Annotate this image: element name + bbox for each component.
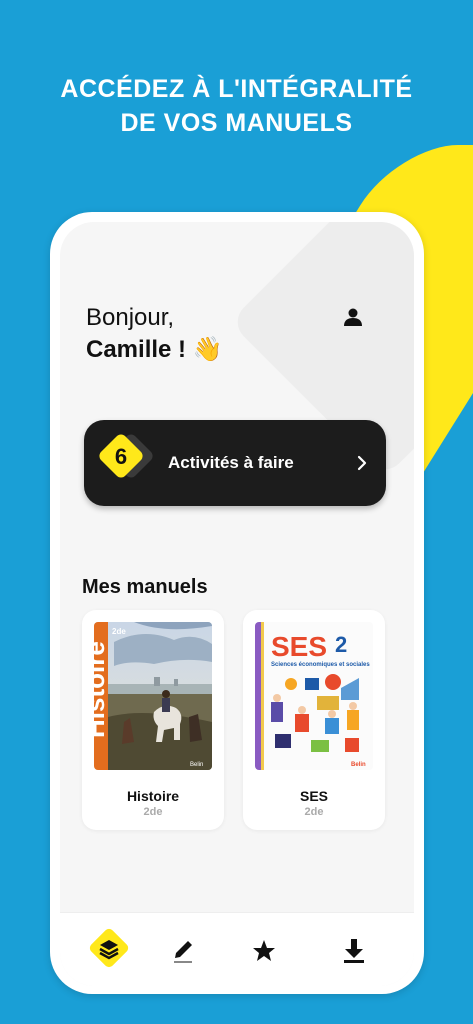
book-card-ses[interactable]: SES 2 Sciences économiques et sociales B… — [243, 610, 385, 830]
star-icon[interactable] — [244, 931, 284, 971]
bottom-navigation — [60, 912, 414, 986]
greeting-name: Camille ! — [86, 336, 187, 363]
book-card-histoire[interactable]: Histoire 2de Belin Histoire 2de — [82, 610, 224, 830]
cover-level-histoire: 2de — [112, 627, 126, 636]
activities-count: 6 — [114, 444, 128, 469]
cover-title-histoire: Histoire — [94, 641, 110, 738]
books-icon[interactable] — [86, 925, 132, 971]
cover-title-ses: SES — [271, 631, 327, 662]
cover-level-ses: 2 — [335, 632, 347, 657]
book-level: 2de — [304, 806, 324, 818]
chevron-right-icon — [357, 455, 367, 471]
book-level: 2de — [143, 806, 163, 818]
app-screen: Bonjour, Camille ! 👋 6 Activités à faire… — [60, 222, 414, 986]
phone-frame: Bonjour, Camille ! 👋 6 Activités à faire… — [50, 212, 424, 994]
cover-subtitle-ses: Sciences économiques et sociales — [271, 662, 370, 668]
book-cover-histoire: Histoire 2de Belin — [94, 622, 212, 770]
promo-headline: ACCÉDEZ À L'INTÉGRALITÉ DE VOS MANUELS — [0, 72, 473, 140]
greeting-hello: Bonjour, — [86, 304, 175, 331]
pencil-icon[interactable] — [164, 931, 204, 971]
wave-emoji-icon: 👋 — [192, 336, 223, 363]
section-title: Mes manuels — [82, 576, 208, 598]
promo-line-1: ACCÉDEZ À L'INTÉGRALITÉ — [60, 75, 413, 103]
cover-publisher-histoire: Belin — [190, 762, 203, 768]
profile-icon[interactable] — [343, 307, 363, 327]
activities-label: Activités à faire — [168, 453, 294, 472]
book-cover-ses: SES 2 Sciences économiques et sociales B… — [255, 622, 373, 770]
promo-line-2: DE VOS MANUELS — [120, 109, 353, 137]
book-title: Histoire — [126, 788, 180, 804]
book-title: SES — [299, 788, 328, 804]
greeting: Bonjour, Camille ! 👋 — [86, 302, 223, 366]
activities-button[interactable]: 6 Activités à faire — [84, 420, 386, 506]
cover-publisher-ses: Belin — [351, 762, 366, 768]
download-icon[interactable] — [334, 931, 374, 971]
